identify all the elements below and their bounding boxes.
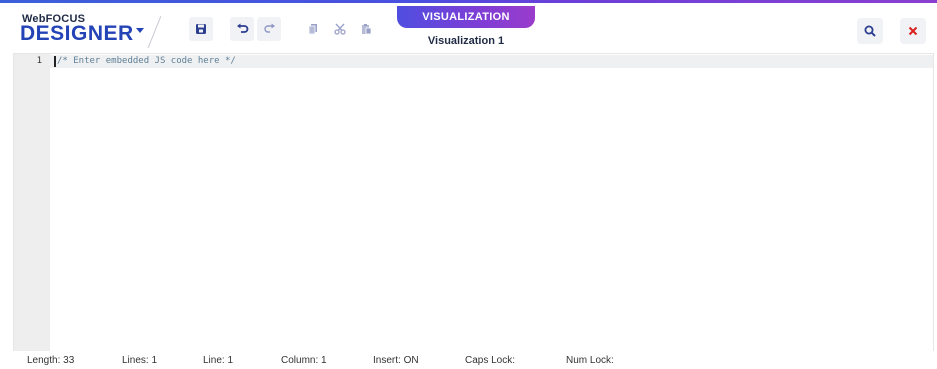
cut-icon xyxy=(334,23,346,35)
line-number: 1 xyxy=(36,56,42,66)
code-line[interactable]: /* Enter embedded JS code here */ xyxy=(57,56,236,66)
redo-icon xyxy=(263,23,275,33)
visualization-name: Visualization 1 xyxy=(427,35,505,47)
status-column: Column: 1 xyxy=(281,355,327,366)
chevron-down-icon[interactable] xyxy=(136,28,144,33)
status-lines: Lines: 1 xyxy=(122,355,158,366)
cut-button[interactable] xyxy=(328,17,352,41)
redo-button[interactable] xyxy=(257,17,281,41)
search-icon xyxy=(864,25,876,37)
status-insert: Insert: ON xyxy=(373,355,419,366)
save-button[interactable] xyxy=(189,17,213,41)
header-divider xyxy=(147,16,162,48)
header: WebFOCUS DESIGNER VISUALIZATION Visualiz… xyxy=(0,3,937,50)
close-button[interactable] xyxy=(900,18,926,44)
tab-visualization[interactable]: VISUALIZATION xyxy=(397,6,535,28)
status-num-lock: Num Lock: xyxy=(566,355,614,366)
status-line: Line: 1 xyxy=(203,355,234,366)
text-cursor xyxy=(54,56,56,67)
paste-button[interactable] xyxy=(354,17,378,41)
brand-title[interactable]: DESIGNER xyxy=(20,22,134,46)
line-gutter: 1 xyxy=(14,54,50,352)
paste-icon xyxy=(361,24,371,35)
copy-button[interactable] xyxy=(301,17,325,41)
undo-button[interactable] xyxy=(230,17,254,41)
copy-icon xyxy=(308,24,317,35)
search-button[interactable] xyxy=(857,18,883,44)
close-icon xyxy=(908,26,918,36)
save-icon xyxy=(196,24,206,34)
status-bar: Length: 33 Lines: 1 Line: 1 Column: 1 In… xyxy=(0,351,937,369)
status-caps-lock: Caps Lock: xyxy=(465,355,516,366)
undo-icon xyxy=(236,23,248,33)
code-editor[interactable]: 1 /* Enter embedded JS code here */ xyxy=(13,53,934,353)
status-length: Length: 33 xyxy=(27,355,75,366)
